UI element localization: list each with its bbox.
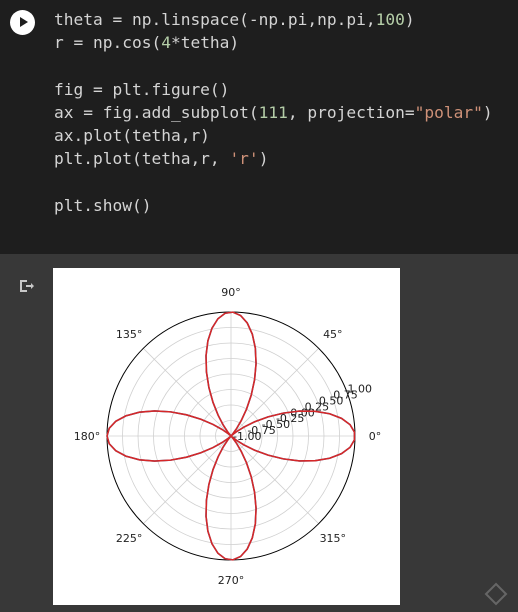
code-token: , projection=: [287, 102, 415, 122]
code-token: theta = np.linspace(-np.pi,np.pi,: [54, 10, 376, 29]
code-line[interactable]: plt.show(): [54, 194, 493, 217]
code-line[interactable]: ax = fig.add_subplot(111, projection="po…: [54, 101, 493, 124]
code-token: *tetha): [170, 33, 240, 53]
code-line[interactable]: ax.plot(tetha,r): [54, 124, 493, 147]
angle-tick-label: 135°: [116, 328, 143, 341]
code-token: "polar": [414, 102, 483, 122]
run-cell-button[interactable]: [10, 10, 35, 35]
code-line[interactable]: [54, 170, 493, 193]
output-icon[interactable]: [18, 278, 34, 294]
angle-tick-label: 0°: [369, 430, 382, 443]
polar-chart: 0°45°90°135°180°225°270°315°-1.00-0.75-0…: [74, 286, 382, 587]
grid-spoke: [143, 348, 232, 437]
code-token: plt.show(): [54, 195, 152, 215]
grid-spoke: [230, 435, 319, 524]
code-token: 'r': [229, 149, 259, 169]
code-line[interactable]: r = np.cos(4*tetha): [54, 31, 493, 54]
grid-spoke: [143, 435, 232, 524]
code-token: ): [482, 102, 493, 122]
angle-tick-label: 270°: [218, 574, 245, 587]
angle-tick-label: 90°: [221, 286, 241, 299]
code-token: ): [404, 10, 415, 29]
code-token: ax = fig.add_subplot(: [54, 102, 259, 122]
code-line[interactable]: theta = np.linspace(-np.pi,np.pi,100): [54, 8, 493, 31]
angle-tick-label: 45°: [323, 328, 343, 341]
code-line[interactable]: [54, 54, 493, 77]
code-token: ): [258, 149, 269, 169]
code-cell[interactable]: theta = np.linspace(-np.pi,np.pi,100) r =…: [0, 0, 518, 254]
angle-tick-label: 315°: [320, 532, 347, 545]
code-editor[interactable]: theta = np.linspace(-np.pi,np.pi,100) r =…: [54, 8, 493, 217]
code-token: 100: [375, 10, 405, 29]
code-token: fig = plt.figure(): [54, 79, 230, 99]
radial-tick-label: 1.00: [348, 383, 373, 396]
angle-tick-label: 180°: [74, 430, 101, 443]
angle-tick-label: 225°: [116, 532, 143, 545]
code-line[interactable]: fig = plt.figure(): [54, 78, 493, 101]
code-token: 111: [258, 102, 288, 122]
plot-figure: 0° 45° 90° 135° 180° 225° 270° 315° -1.00 -0.75 -0…: [53, 268, 400, 605]
code-line[interactable]: plt.plot(tetha,r, 'r'): [54, 147, 493, 170]
code-token: ax.plot(tetha,r): [54, 125, 210, 145]
code-token: plt.plot(tetha,r,: [54, 149, 230, 169]
code-token: r = np.cos(: [54, 33, 162, 53]
code-token: 4: [161, 33, 171, 53]
watermark-icon: [484, 582, 508, 606]
